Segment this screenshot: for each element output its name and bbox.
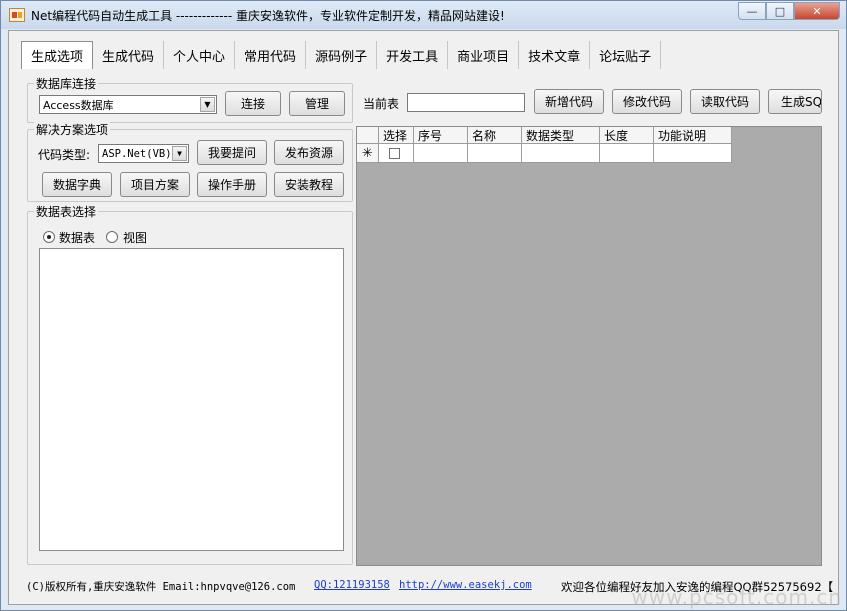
column-header-length[interactable]: 长度 [600, 127, 654, 144]
install-tutorial-button[interactable]: 安装教程 [274, 172, 344, 197]
qq-link[interactable]: QQ:121193158 [314, 579, 390, 591]
grid-header: 选择 序号 名称 数据类型 长度 功能说明 [357, 127, 732, 144]
code-type-select[interactable]: ASP.Net(VB) ▼ [98, 144, 189, 163]
user-manual-button[interactable]: 操作手册 [197, 172, 267, 197]
column-header-index[interactable]: 序号 [414, 127, 468, 144]
chevron-down-icon[interactable]: ▼ [172, 146, 187, 161]
main-client: 生成选项 生成代码 个人中心 常用代码 源码例子 开发工具 商业项目 技术文章 … [8, 30, 839, 605]
code-type-value: ASP.Net(VB) [102, 147, 172, 160]
ask-question-button[interactable]: 我要提问 [197, 140, 267, 165]
name-cell[interactable] [468, 144, 522, 163]
app-logo-icon [9, 8, 25, 22]
db-type-select[interactable]: Access数据库 ▼ [39, 95, 217, 114]
close-button[interactable]: ✕ [794, 2, 840, 20]
read-code-button[interactable]: 读取代码 [690, 89, 760, 114]
manage-button[interactable]: 管理 [289, 91, 345, 116]
row-checkbox[interactable] [389, 148, 400, 159]
table-row[interactable]: ✳ [357, 144, 732, 163]
radio-table-label[interactable]: 数据表 [59, 229, 95, 246]
project-plan-button[interactable]: 项目方案 [120, 172, 190, 197]
window-title: Net编程代码自动生成工具 ------------- 重庆安逸软件，专业软件定… [31, 9, 505, 23]
tab-dev-tools[interactable]: 开发工具 [377, 41, 449, 69]
current-table-input[interactable] [407, 93, 525, 112]
db-connection-group: 数据库连接 Access数据库 ▼ 连接 管理 [27, 75, 353, 123]
select-cell[interactable] [379, 144, 414, 163]
datatype-cell[interactable] [522, 144, 600, 163]
tab-tech-articles[interactable]: 技术文章 [519, 41, 591, 69]
description-cell[interactable] [654, 144, 732, 163]
generate-sql-button[interactable]: 生成SQL [768, 89, 822, 114]
column-header-name[interactable]: 名称 [468, 127, 522, 144]
tab-bar: 生成选项 生成代码 个人中心 常用代码 源码例子 开发工具 商业项目 技术文章 … [21, 41, 662, 69]
length-cell[interactable] [600, 144, 654, 163]
tab-source-examples[interactable]: 源码例子 [306, 41, 378, 69]
solution-options-label: 解决方案选项 [34, 121, 111, 138]
db-connection-label: 数据库连接 [34, 75, 99, 92]
column-header-description[interactable]: 功能说明 [654, 127, 732, 144]
title-bar[interactable]: Net编程代码自动生成工具 ------------- 重庆安逸软件，专业软件定… [1, 1, 846, 29]
website-link[interactable]: http://www.easekj.com [399, 579, 532, 591]
current-table-label: 当前表 [363, 97, 400, 111]
app-window: Net编程代码自动生成工具 ------------- 重庆安逸软件，专业软件定… [0, 0, 847, 611]
new-row-icon: ✳ [357, 144, 379, 163]
edit-code-button[interactable]: 修改代码 [612, 89, 682, 114]
index-cell[interactable] [414, 144, 468, 163]
table-list[interactable] [39, 248, 344, 551]
grid-corner [357, 127, 379, 144]
tab-common-code[interactable]: 常用代码 [235, 41, 307, 69]
window-controls: — □ ✕ [738, 2, 840, 20]
tab-business-projects[interactable]: 商业项目 [448, 41, 520, 69]
tab-forum-posts[interactable]: 论坛贴子 [590, 41, 662, 69]
column-header-datatype[interactable]: 数据类型 [522, 127, 600, 144]
table-selection-group: 数据表选择 数据表 视图 [27, 203, 353, 565]
radio-view[interactable] [106, 231, 118, 243]
tab-generate-options[interactable]: 生成选项 [21, 41, 94, 69]
db-type-value: Access数据库 [43, 98, 114, 112]
solution-options-group: 解决方案选项 代码类型: ASP.Net(VB) ▼ 我要提问 发布资源 数据字… [27, 121, 353, 202]
radio-table[interactable] [43, 231, 55, 243]
maximize-button[interactable]: □ [766, 2, 794, 20]
tab-personal-center[interactable]: 个人中心 [164, 41, 236, 69]
code-type-label: 代码类型: [38, 148, 91, 162]
radio-view-label[interactable]: 视图 [123, 229, 147, 246]
copyright-text: (C)版权所有,重庆安逸软件 Email:hnpvqve@126.com [26, 581, 296, 593]
add-code-button[interactable]: 新增代码 [534, 89, 604, 114]
data-dictionary-button[interactable]: 数据字典 [42, 172, 112, 197]
table-selection-label: 数据表选择 [34, 203, 99, 220]
column-header-select[interactable]: 选择 [379, 127, 414, 144]
publish-resource-button[interactable]: 发布资源 [274, 140, 344, 165]
chevron-down-icon[interactable]: ▼ [200, 97, 215, 112]
minimize-button[interactable]: — [738, 2, 766, 20]
connect-button[interactable]: 连接 [225, 91, 281, 116]
fields-grid[interactable]: 选择 序号 名称 数据类型 长度 功能说明 ✳ [356, 126, 822, 566]
watermark-text: www.pcsoft.com.cn [631, 585, 842, 609]
tab-generate-code[interactable]: 生成代码 [93, 41, 165, 69]
